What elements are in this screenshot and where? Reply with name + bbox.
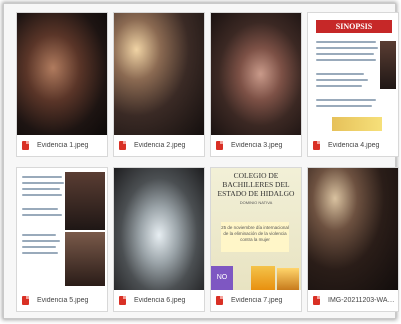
text-line (316, 59, 376, 61)
text-line (316, 79, 368, 81)
woman-photo (65, 232, 105, 286)
file-name: Evidencia 1.jpeg (37, 142, 89, 149)
thumbnail-image (114, 168, 204, 290)
file-caption: Evidencia 5.jpeg (17, 290, 107, 311)
decorative-banner (332, 117, 382, 131)
image-file-icon (22, 296, 29, 305)
file-caption: Evidencia 1.jpeg (17, 135, 107, 156)
text-line (316, 41, 376, 43)
file-card-6[interactable]: Evidencia 6.jpeg (113, 167, 205, 312)
file-caption: Evidencia 2.jpeg (114, 135, 204, 156)
text-line (316, 47, 378, 49)
text-line (316, 53, 374, 55)
info-box: 25 de noviembre día internacional de la … (221, 222, 289, 252)
school-title: COLEGIO DE BACHILLERES DEL ESTADO DE HID… (217, 171, 295, 198)
poster-image (380, 41, 396, 89)
woman-photo (65, 172, 105, 230)
text-line (22, 176, 62, 178)
text-line (22, 234, 56, 236)
file-card-2[interactable]: Evidencia 2.jpeg (113, 12, 205, 157)
file-card-7[interactable]: COLEGIO DE BACHILLERES DEL ESTADO DE HID… (210, 167, 302, 312)
file-name: Evidencia 4.jpeg (328, 142, 380, 149)
subtitle: DOMINIO NATIVA (239, 200, 273, 205)
thumbnail-image: COLEGIO DE BACHILLERES DEL ESTADO DE HID… (211, 168, 301, 290)
file-caption: Evidencia 7.jpeg (211, 290, 301, 311)
file-grid: Evidencia 1.jpeg Evidencia 2.jpeg Eviden… (16, 12, 399, 312)
file-caption: IMG-20211203-WA0016.jpeg (308, 290, 398, 311)
text-line (22, 240, 60, 242)
image-file-icon (313, 141, 320, 150)
file-card-8[interactable]: IMG-20211203-WA0016.jpeg (307, 167, 399, 312)
file-name: IMG-20211203-WA0016.jpeg (328, 297, 398, 304)
image-file-icon (119, 296, 126, 305)
text-line (22, 182, 64, 184)
image-file-icon (313, 296, 320, 305)
file-name: Evidencia 3.jpeg (231, 142, 283, 149)
text-line (316, 73, 364, 75)
file-name: Evidencia 5.jpeg (37, 297, 89, 304)
text-line (22, 252, 58, 254)
text-line (22, 208, 58, 210)
text-line (316, 105, 372, 107)
file-card-3[interactable]: Evidencia 3.jpeg (210, 12, 302, 157)
thumbnail-image (17, 168, 107, 290)
file-name: Evidencia 2.jpeg (134, 142, 186, 149)
file-name: Evidencia 7.jpeg (231, 297, 283, 304)
gallery-frame: Evidencia 1.jpeg Evidencia 2.jpeg Eviden… (3, 3, 399, 319)
text-line (22, 246, 56, 248)
file-card-5[interactable]: Evidencia 5.jpeg (16, 167, 108, 312)
file-card-4[interactable]: SINOPSIS Evidencia 4.jpeg (307, 12, 399, 157)
image-file-icon (216, 141, 223, 150)
file-caption: Evidencia 6.jpeg (114, 290, 204, 311)
file-card-1[interactable]: Evidencia 1.jpeg (16, 12, 108, 157)
illustration (277, 268, 299, 290)
file-name: Evidencia 6.jpeg (134, 297, 186, 304)
thumbnail-image (17, 13, 107, 135)
image-file-icon (216, 296, 223, 305)
synopsis-banner: SINOPSIS (316, 20, 392, 33)
thumbnail-image (308, 168, 398, 290)
file-caption: Evidencia 3.jpeg (211, 135, 301, 156)
file-caption: Evidencia 4.jpeg (308, 135, 398, 156)
thumbnail-image (114, 13, 204, 135)
text-line (316, 85, 362, 87)
text-line (316, 99, 376, 101)
thumbnail-image (211, 13, 301, 135)
text-line (22, 194, 62, 196)
no-box: NO (211, 266, 233, 290)
thumbnail-image: SINOPSIS (308, 13, 398, 135)
image-file-icon (22, 141, 29, 150)
text-line (22, 188, 60, 190)
illustration (251, 266, 275, 290)
image-file-icon (119, 141, 126, 150)
text-line (22, 214, 62, 216)
